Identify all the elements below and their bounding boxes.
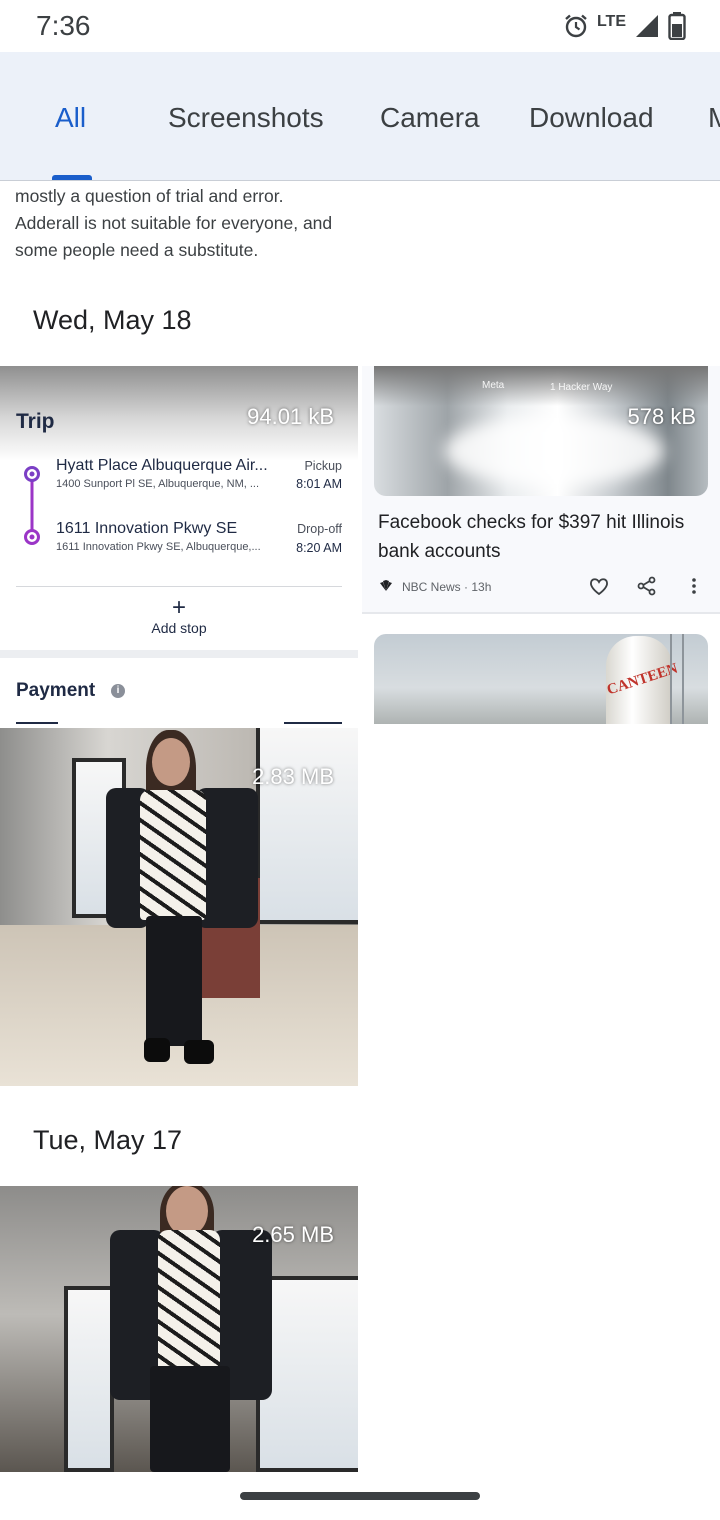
payment-heading: Payment (16, 680, 96, 701)
sign-street-text: 1 Hacker Way (550, 382, 613, 393)
home-indicator[interactable] (240, 1492, 480, 1500)
tab-screenshots[interactable]: Screenshots (168, 102, 324, 134)
news-image: Meta 1 Hacker Way (374, 366, 708, 496)
photo-thumbnail[interactable]: 2.65 MB (0, 1186, 358, 1472)
trip-title: Trip (16, 410, 55, 433)
pickup-label: Pickup (304, 459, 342, 473)
plus-icon: + (171, 594, 186, 621)
add-stop-button: + Add stop (0, 594, 358, 637)
tab-all[interactable]: All (55, 102, 86, 134)
status-bar: 7:36 LTE (0, 0, 720, 52)
dropoff-time: 8:20 AM (296, 541, 342, 555)
file-size-label: 578 kB (627, 404, 697, 429)
file-size-label: 2.83 MB (252, 764, 334, 789)
divider (16, 586, 342, 587)
dropoff-address: 1611 Innovation Pkwy SE, Albuquerque,... (56, 541, 261, 553)
file-size-label: 94.01 kB (247, 404, 334, 429)
dropoff-name: 1611 Innovation Pkwy SE (56, 520, 238, 537)
tab-camera[interactable]: Camera (380, 102, 480, 134)
route-line-icon (24, 466, 40, 545)
snippet-text: mostly a question of trial and error. Ad… (15, 186, 333, 260)
nbc-logo-icon (380, 580, 392, 591)
network-type: LTE (596, 13, 626, 30)
add-stop-label: Add stop (151, 620, 207, 636)
pickup-time: 8:01 AM (296, 477, 342, 491)
news-screenshot-thumbnail[interactable]: Meta 1 Hacker Way 578 kB Facebook checks… (362, 366, 720, 614)
cropped-total-row (16, 716, 342, 724)
pickup-address: 1400 Sunport Pl SE, Albuquerque, NM, ... (56, 478, 260, 490)
alarm-icon (565, 14, 587, 38)
news-source: NBC News · 13h (402, 580, 492, 594)
heart-icon (590, 578, 608, 596)
file-size-label: 2.65 MB (252, 1222, 334, 1247)
info-icon: i (111, 684, 125, 698)
text-snippet-thumbnail[interactable]: mostly a question of trial and error. Ad… (0, 181, 358, 266)
filter-tabs: All Screenshots Camera Download M (0, 52, 720, 181)
news-screenshot-thumbnail-2[interactable]: CANTEEN (374, 634, 708, 724)
tab-more[interactable]: M (708, 102, 720, 134)
status-time: 7:36 (36, 10, 91, 41)
status-icons: LTE (563, 10, 686, 42)
sign-meta-text: Meta (482, 380, 505, 391)
section-separator (0, 650, 358, 658)
signal-icon (636, 15, 658, 37)
tab-download[interactable]: Download (529, 102, 654, 134)
news-headline: Facebook checks for $397 hit Illinois ba… (378, 512, 685, 562)
share-icon (637, 576, 656, 596)
trip-screenshot-thumbnail[interactable]: Trip 94.01 kB Hyatt Place Albuquerque Ai… (0, 366, 358, 724)
battery-icon (668, 12, 686, 40)
date-header: Tue, May 17 (33, 1125, 183, 1155)
more-vert-icon (692, 578, 696, 594)
photo-thumbnail[interactable]: 2.83 MB (0, 728, 358, 1086)
date-header: Wed, May 18 (33, 305, 192, 335)
pickup-name: Hyatt Place Albuquerque Air... (56, 457, 268, 474)
dropoff-label: Drop-off (297, 522, 342, 536)
